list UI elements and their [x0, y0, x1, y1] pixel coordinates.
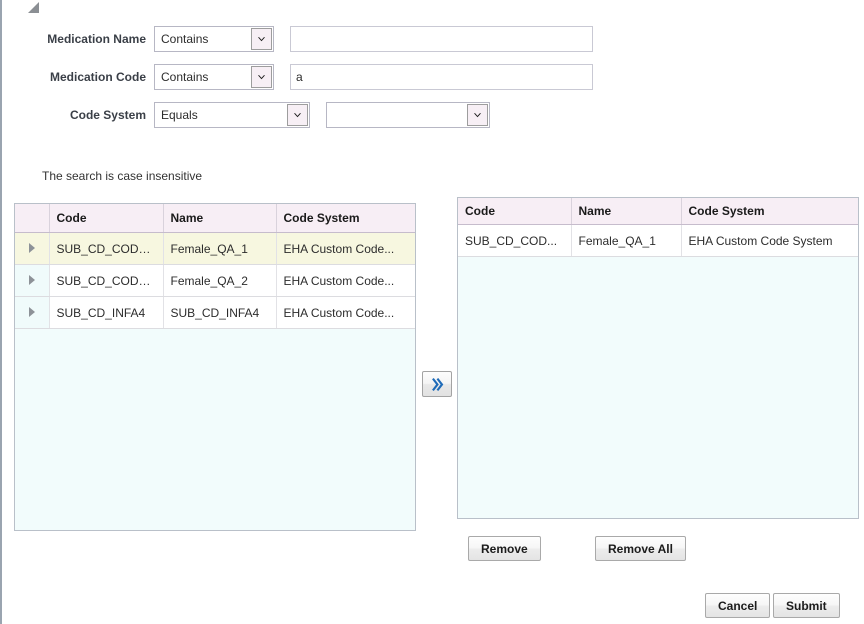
remove-button[interactable]: Remove — [468, 536, 541, 561]
available-column-header-code[interactable]: Code — [49, 204, 164, 233]
medication-name-operator-select[interactable]: Contains — [154, 26, 274, 52]
available-results-table: Code Name Code System SUB_CD_CODE... Fem… — [14, 203, 416, 531]
selected-column-header-code[interactable]: Code — [458, 198, 572, 225]
expand-triangle-icon — [28, 306, 35, 317]
selected-column-header-code-system[interactable]: Code System — [681, 198, 858, 225]
medication-code-operator-select[interactable]: Contains — [154, 64, 274, 90]
available-cell-name: Female_QA_2 — [163, 264, 277, 297]
code-system-value — [327, 103, 467, 127]
available-table-header-row: Code Name Code System — [15, 204, 415, 233]
label-medication-name: Medication Name — [47, 32, 146, 46]
selected-cell-code-system: EHA Custom Code System — [681, 224, 858, 257]
form-row-medication-name: Medication Name Contains — [2, 24, 602, 54]
selected-items-table: Code Name Code System SUB_CD_COD... Fema… — [457, 197, 859, 519]
chevron-down-icon[interactable] — [251, 28, 272, 50]
expand-triangle-icon — [28, 242, 35, 253]
table-row[interactable]: SUB_CD_INFA4 SUB_CD_INFA4 EHA Custom Cod… — [15, 296, 415, 329]
chevron-down-icon — [473, 112, 482, 117]
available-cell-name: Female_QA_1 — [163, 232, 277, 265]
selected-table: Code Name Code System SUB_CD_COD... Fema… — [458, 198, 858, 257]
available-cell-code: SUB_CD_CODE... — [49, 264, 164, 297]
medication-code-input[interactable]: a — [290, 64, 593, 90]
chevron-down-icon[interactable] — [287, 104, 308, 126]
available-cell-code-system: EHA Custom Code... — [276, 296, 415, 329]
available-cell-code-system: EHA Custom Code... — [276, 264, 415, 297]
double-chevron-right-icon — [431, 377, 443, 391]
code-system-operator-value: Equals — [161, 108, 198, 122]
form-row-code-system: Code System Equals — [2, 100, 602, 130]
move-to-selected-button[interactable] — [422, 371, 452, 397]
medication-name-operator-value: Contains — [161, 32, 209, 46]
collapse-triangle-icon[interactable] — [28, 2, 39, 13]
available-column-header-code-system[interactable]: Code System — [276, 204, 415, 233]
table-row[interactable]: SUB_CD_CODE... Female_QA_2 EHA Custom Co… — [15, 264, 415, 297]
chevron-down-icon — [257, 36, 266, 41]
submit-button[interactable]: Submit — [773, 593, 840, 618]
label-medication-code: Medication Code — [49, 70, 146, 84]
label-code-system: Code System — [69, 108, 146, 122]
chevron-down-icon — [293, 112, 302, 117]
search-criteria-form: Medication Name Contains Medication Code… — [2, 24, 602, 138]
search-hint-text: The search is case insensitive — [42, 169, 203, 183]
available-cell-name: SUB_CD_INFA4 — [163, 296, 277, 329]
selected-cell-name: Female_QA_1 — [571, 224, 682, 257]
available-column-header-name[interactable]: Name — [163, 204, 277, 233]
table-row[interactable]: SUB_CD_COD... Female_QA_1 EHA Custom Cod… — [458, 224, 858, 257]
code-system-operator-select[interactable]: Equals — [154, 102, 310, 128]
code-system-value-select[interactable] — [326, 102, 490, 128]
chevron-down-icon[interactable] — [251, 66, 272, 88]
selected-table-header-row: Code Name Code System — [458, 198, 858, 225]
cancel-button[interactable]: Cancel — [705, 593, 771, 618]
available-table: Code Name Code System SUB_CD_CODE... Fem… — [15, 204, 415, 329]
available-cell-code: SUB_CD_CODE... — [49, 232, 164, 265]
medication-name-input[interactable] — [290, 26, 593, 52]
selected-cell-code: SUB_CD_COD... — [458, 224, 572, 257]
medication-code-operator-value: Contains — [161, 70, 209, 84]
selected-column-header-name[interactable]: Name — [571, 198, 682, 225]
available-expand-column-header — [15, 204, 50, 233]
available-cell-code-system: EHA Custom Code... — [276, 232, 415, 265]
expand-triangle-icon — [28, 274, 35, 285]
expand-triangle-icon[interactable] — [15, 264, 50, 297]
medication-code-input-value: a — [296, 70, 303, 84]
expand-triangle-icon[interactable] — [15, 232, 50, 265]
remove-all-button[interactable]: Remove All — [595, 536, 686, 561]
available-cell-code: SUB_CD_INFA4 — [49, 296, 164, 329]
table-row[interactable]: SUB_CD_CODE... Female_QA_1 EHA Custom Co… — [15, 232, 415, 265]
expand-triangle-icon[interactable] — [15, 296, 50, 329]
chevron-down-icon[interactable] — [467, 104, 488, 126]
chevron-down-icon — [257, 74, 266, 79]
form-row-medication-code: Medication Code Contains a — [2, 62, 602, 92]
search-dialog: Medication Name Contains Medication Code… — [0, 0, 864, 624]
